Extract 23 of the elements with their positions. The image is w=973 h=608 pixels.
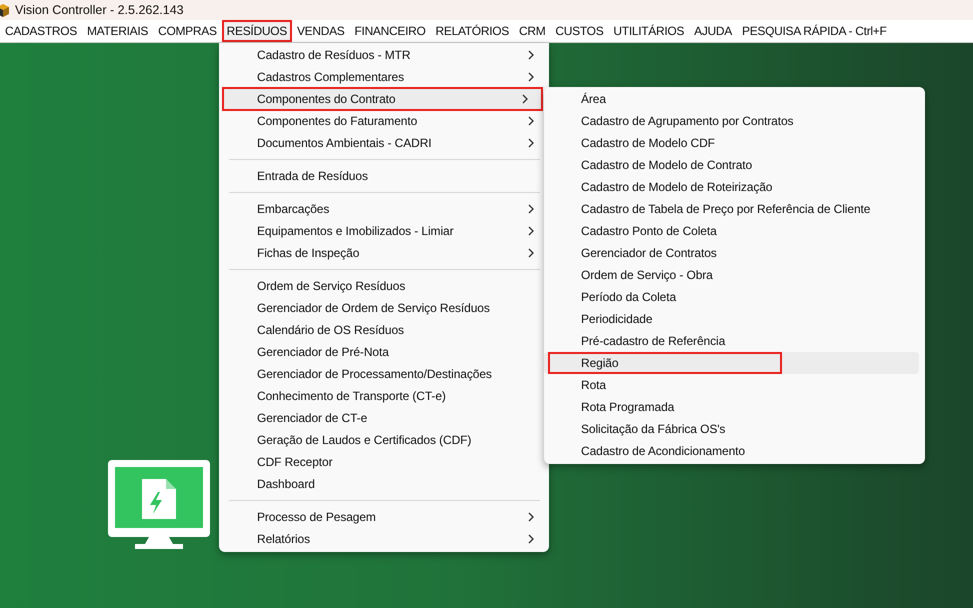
menu-item[interactable]: Relatórios <box>219 528 549 550</box>
menu-bar-item[interactable]: PESQUISA RÁPIDA - Ctrl+F <box>736 20 892 42</box>
menu-bar-item[interactable]: UTILITÁRIOS <box>608 20 690 42</box>
menu-bar-item[interactable]: VENDAS <box>292 20 350 42</box>
menu-bar-item[interactable]: FINANCEIRO <box>350 20 431 42</box>
menu-item[interactable]: Processo de Pesagem <box>219 506 549 528</box>
menu-bar-item[interactable]: RESÍDUOS <box>222 20 292 42</box>
menu-bar-item[interactable]: MATERIAIS <box>82 20 154 42</box>
menu-item[interactable]: Cadastros Complementares <box>219 66 549 88</box>
window-title: Vision Controller - 2.5.262.143 <box>15 3 184 17</box>
menu-item[interactable]: Dashboard <box>219 473 549 495</box>
menu-item[interactable]: Área <box>544 88 919 110</box>
menu-item[interactable]: Cadastro de Resíduos - MTR <box>219 44 549 66</box>
menu-bar-item[interactable]: CRM <box>514 20 550 42</box>
monitor-icon[interactable] <box>108 460 210 552</box>
menu-bar-item[interactable]: CADASTROS <box>0 20 82 42</box>
menu-bar-item[interactable]: COMPRAS <box>153 20 222 42</box>
menu-bar-item[interactable]: CUSTOS <box>550 20 608 42</box>
menu-bar-item[interactable]: AJUDA <box>689 20 737 42</box>
menu-item[interactable]: Componentes do Contrato <box>222 88 543 110</box>
box-icon <box>0 3 9 17</box>
menu-bar-item[interactable]: RELATÓRIOS <box>430 20 514 42</box>
menu-item[interactable]: Região <box>544 352 919 374</box>
